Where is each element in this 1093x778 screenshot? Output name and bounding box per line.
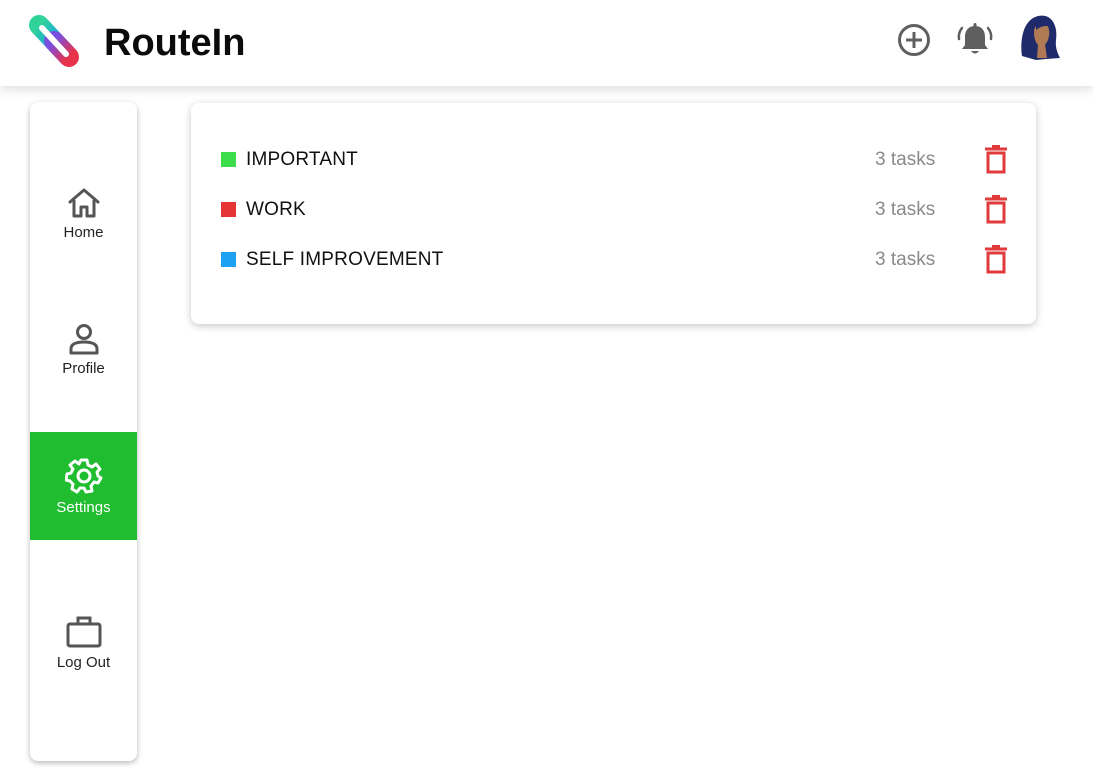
- alarm-bell-icon: [957, 23, 993, 54]
- category-name: IMPORTANT: [246, 149, 358, 170]
- trash-icon: [985, 195, 1007, 224]
- category-color-swatch: [221, 252, 236, 267]
- trash-icon: [985, 245, 1007, 274]
- home-icon: [68, 188, 99, 218]
- add-button[interactable]: [894, 18, 934, 62]
- sidebar-item-profile[interactable]: Profile: [30, 322, 137, 377]
- user-avatar-icon: [1021, 15, 1060, 60]
- app-title: RouteIn: [104, 22, 246, 64]
- category-task-count: 3 tasks: [875, 249, 936, 270]
- category-task-count: 3 tasks: [875, 149, 936, 170]
- category-task-count: 3 tasks: [875, 199, 936, 220]
- sidebar-item-label: Profile: [62, 360, 105, 377]
- category-name: SELF IMPROVEMENT: [246, 249, 444, 270]
- delete-category-button[interactable]: [983, 143, 1009, 175]
- person-icon: [69, 324, 98, 355]
- routein-logo-icon[interactable]: [26, 12, 86, 72]
- category-color-swatch: [221, 202, 236, 217]
- top-bar: RouteIn: [0, 0, 1093, 86]
- user-avatar[interactable]: [1016, 12, 1062, 64]
- categories-card: IMPORTANT 3 tasks WORK 3 tasks SELF IMPR…: [191, 103, 1036, 324]
- category-row: IMPORTANT 3 tasks: [191, 139, 1036, 179]
- trash-icon: [985, 145, 1007, 174]
- sidebar-item-label: Log Out: [56, 654, 111, 671]
- category-row: SELF IMPROVEMENT 3 tasks: [191, 239, 1036, 279]
- briefcase-icon: [66, 616, 101, 648]
- sidebar-item-settings[interactable]: Settings: [30, 432, 137, 540]
- plus-circle-icon: [898, 24, 930, 56]
- category-row: WORK 3 tasks: [191, 189, 1036, 229]
- sidebar-item-label: Settings: [56, 498, 111, 516]
- sidebar-item-label: Home: [63, 224, 104, 241]
- gear-icon: [64, 458, 102, 493]
- delete-category-button[interactable]: [983, 243, 1009, 275]
- category-name: WORK: [246, 199, 306, 220]
- sidebar-item-logout[interactable]: Log Out: [30, 614, 137, 671]
- delete-category-button[interactable]: [983, 193, 1009, 225]
- sidebar-item-home[interactable]: Home: [30, 186, 137, 241]
- sidebar: Home Profile Settings Log Out: [30, 102, 137, 761]
- notifications-button[interactable]: [955, 18, 995, 62]
- category-color-swatch: [221, 152, 236, 167]
